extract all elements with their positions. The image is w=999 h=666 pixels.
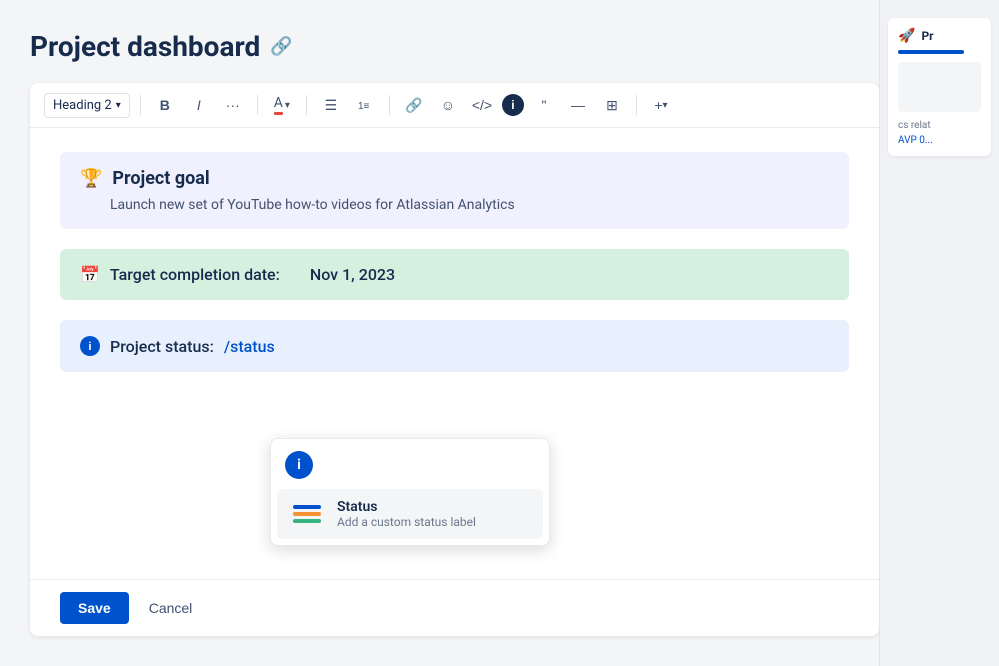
status-lines-icon bbox=[289, 500, 325, 528]
chevron-down-icon: ▾ bbox=[116, 100, 121, 111]
project-status-block: i Project status: /status bbox=[60, 320, 849, 372]
insert-chevron-icon: ▾ bbox=[663, 100, 668, 111]
rule-button[interactable]: — bbox=[564, 91, 592, 119]
toolbar-divider-1 bbox=[140, 95, 141, 115]
insert-more-button[interactable]: + ▾ bbox=[647, 91, 675, 119]
editor-footer: Save Cancel bbox=[30, 579, 879, 636]
quote-button[interactable]: " bbox=[530, 91, 558, 119]
target-date-block: 📅 Target completion date: Nov 1, 2023 bbox=[60, 249, 849, 300]
right-panel-blue-bar bbox=[898, 50, 964, 54]
heading-select[interactable]: Heading 2 ▾ bbox=[44, 93, 130, 118]
color-a-icon: A bbox=[274, 95, 283, 115]
status-info-icon: i bbox=[80, 336, 100, 356]
more-button[interactable]: ··· bbox=[219, 91, 247, 119]
trophy-icon: 🏆 bbox=[80, 168, 102, 189]
toolbar-divider-5 bbox=[636, 95, 637, 115]
italic-button[interactable]: I bbox=[185, 91, 213, 119]
target-date-value: Nov 1, 2023 bbox=[310, 265, 395, 284]
status-line-blue bbox=[293, 505, 321, 509]
dropdown-item-description: Add a custom status label bbox=[337, 515, 476, 529]
status-dropdown-popup: i Status Add a custom status label bbox=[270, 438, 550, 546]
color-chevron-icon: ▾ bbox=[285, 100, 290, 111]
status-command[interactable]: /status bbox=[224, 337, 275, 356]
status-dropdown-item[interactable]: Status Add a custom status label bbox=[277, 489, 543, 539]
svg-text:1≡: 1≡ bbox=[358, 101, 370, 112]
project-goal-block: 🏆 Project goal Launch new set of YouTube… bbox=[60, 152, 849, 229]
right-panel-analytics-link[interactable]: AVP 0... bbox=[898, 135, 981, 146]
calendar-icon: 📅 bbox=[80, 265, 100, 284]
right-panel-header: 🚀 Pr bbox=[898, 28, 981, 44]
numbered-list-button[interactable]: 1≡ bbox=[351, 91, 379, 119]
project-goal-title: 🏆 Project goal bbox=[80, 168, 829, 189]
toolbar-divider-2 bbox=[257, 95, 258, 115]
save-button[interactable]: Save bbox=[60, 592, 129, 624]
editor-container: Heading 2 ▾ B I ··· A ▾ ☰ 1≡ 🔗 ☺ </> bbox=[30, 83, 879, 636]
project-goal-description: Launch new set of YouTube how-to videos … bbox=[80, 197, 829, 213]
toolbar-divider-4 bbox=[389, 95, 390, 115]
editor-body[interactable]: 🏆 Project goal Launch new set of YouTube… bbox=[30, 128, 879, 579]
dropdown-info-row: i bbox=[277, 445, 543, 485]
dropdown-info-icon: i bbox=[285, 451, 313, 479]
project-status-label: Project status: bbox=[110, 337, 214, 356]
bold-button[interactable]: B bbox=[151, 91, 179, 119]
cancel-button[interactable]: Cancel bbox=[141, 592, 201, 624]
link-button[interactable]: 🔗 bbox=[400, 91, 428, 119]
emoji-button[interactable]: ☺ bbox=[434, 91, 462, 119]
dropdown-item-title: Status bbox=[337, 499, 476, 515]
right-panel: 🚀 Pr cs relat AVP 0... bbox=[879, 0, 999, 666]
bullet-list-button[interactable]: ☰ bbox=[317, 91, 345, 119]
rocket-icon: 🚀 bbox=[898, 28, 915, 44]
page-title: Project dashboard bbox=[30, 30, 260, 63]
text-color-button[interactable]: A ▾ bbox=[268, 91, 296, 119]
right-panel-card: 🚀 Pr cs relat AVP 0... bbox=[888, 18, 991, 156]
right-panel-small-card bbox=[898, 62, 981, 112]
right-panel-text: cs relat bbox=[898, 120, 981, 131]
right-panel-title: Pr bbox=[921, 29, 933, 43]
status-line-orange bbox=[293, 512, 321, 516]
table-button[interactable]: ⊞ bbox=[598, 91, 626, 119]
dropdown-item-text: Status Add a custom status label bbox=[337, 499, 476, 529]
status-line-green bbox=[293, 519, 321, 523]
page-link-icon[interactable]: 🔗 bbox=[270, 36, 292, 57]
code-button[interactable]: </> bbox=[468, 91, 496, 119]
info-button[interactable]: i bbox=[502, 94, 524, 116]
target-date-label: Target completion date: bbox=[110, 265, 280, 284]
toolbar-divider-3 bbox=[306, 95, 307, 115]
editor-toolbar: Heading 2 ▾ B I ··· A ▾ ☰ 1≡ 🔗 ☺ </> bbox=[30, 83, 879, 128]
